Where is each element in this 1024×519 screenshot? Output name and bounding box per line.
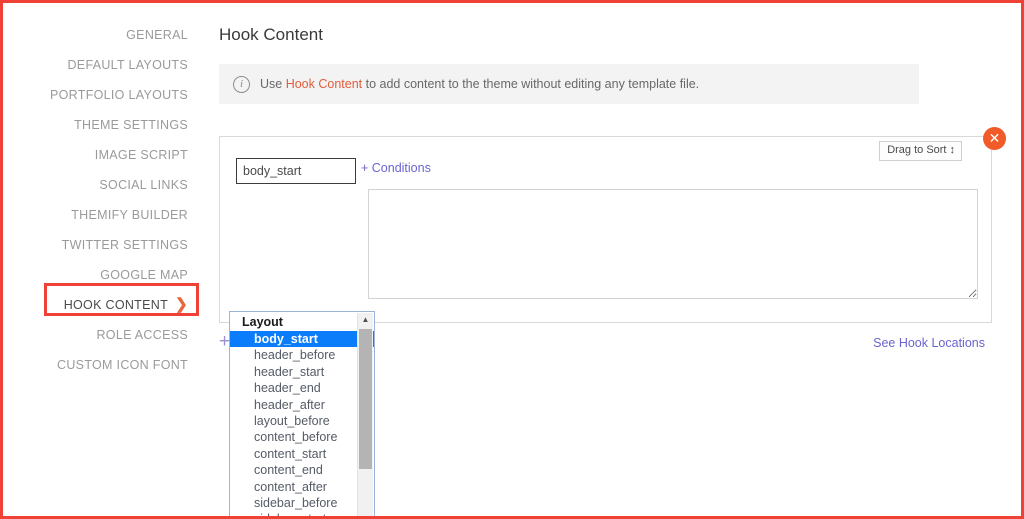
dropdown-scrollbar[interactable]: ▲ ▼ [357, 313, 373, 516]
sidebar-item-social-links[interactable]: SOCIAL LINKS [6, 170, 202, 200]
dropdown-scrollbar-thumb[interactable] [359, 329, 372, 469]
sidebar-item-label: DEFAULT LAYOUTS [67, 58, 188, 72]
dropdown-scroll-area: Layout body_start header_before header_s… [230, 312, 374, 516]
sidebar-item-label: ROLE ACCESS [96, 328, 188, 342]
sidebar-item-label: HOOK CONTENT [63, 298, 168, 312]
drag-to-sort-handle[interactable]: Drag to Sort ↕ [879, 141, 962, 161]
sidebar-item-hook-content[interactable]: HOOK CONTENT ❯ [6, 290, 202, 320]
see-hook-locations-link[interactable]: See Hook Locations [873, 336, 985, 350]
add-conditions-link[interactable]: + Conditions [361, 161, 431, 175]
dropdown-option[interactable]: content_end [230, 462, 374, 478]
chevron-right-icon: ❯ [175, 296, 188, 313]
notice-text-before: Use [260, 77, 286, 91]
drag-to-sort-label: Drag to Sort [887, 144, 947, 156]
hook-content-textarea[interactable] [368, 189, 978, 299]
sidebar-item-label: SOCIAL LINKS [99, 178, 188, 192]
sidebar-item-label: IMAGE SCRIPT [94, 148, 188, 162]
sidebar-item-label: THEME SETTINGS [74, 118, 188, 132]
sidebar-item-role-access[interactable]: ROLE ACCESS [6, 320, 202, 350]
sidebar-item-label: GOOGLE MAP [100, 268, 188, 282]
sidebar-item-general[interactable]: GENERAL [6, 20, 202, 50]
dropdown-option[interactable]: header_end [230, 380, 374, 396]
settings-sidebar: GENERAL DEFAULT LAYOUTS PORTFOLIO LAYOUT… [6, 6, 202, 516]
sidebar-item-default-layouts[interactable]: DEFAULT LAYOUTS [6, 50, 202, 80]
page-title: Hook Content [219, 25, 323, 44]
info-notice: i Use Hook Content to add content to the… [219, 64, 919, 104]
dropdown-option[interactable]: header_start [230, 364, 374, 380]
sidebar-item-label: TWITTER SETTINGS [61, 238, 188, 252]
dropdown-option[interactable]: layout_before [230, 413, 374, 429]
sidebar-item-label: PORTFOLIO LAYOUTS [50, 88, 188, 102]
sidebar-item-themify-builder[interactable]: THEMIFY BUILDER [6, 200, 202, 230]
sidebar-item-label: GENERAL [126, 28, 188, 42]
main-content: Hook Content i Use Hook Content to add c… [202, 6, 1018, 516]
notice-highlight: Hook Content [285, 77, 363, 91]
hook-name-input[interactable] [236, 158, 356, 184]
info-circle-icon: i [233, 75, 250, 93]
dropdown-group-label: Layout [230, 312, 374, 331]
dropdown-option[interactable]: sidebar_before [230, 495, 374, 511]
caret-up-icon[interactable]: ▲ [358, 313, 373, 327]
dropdown-option[interactable]: sidebar_start [230, 511, 374, 516]
sidebar-item-google-map[interactable]: GOOGLE MAP [6, 260, 202, 290]
notice-text-after: to add content to the theme without edit… [362, 77, 700, 91]
dropdown-option[interactable]: content_before [230, 429, 374, 445]
app-window: GENERAL DEFAULT LAYOUTS PORTFOLIO LAYOUT… [0, 0, 1024, 519]
dropdown-option[interactable]: content_start [230, 446, 374, 462]
sidebar-item-custom-icon-font[interactable]: CUSTOM ICON FONT [6, 350, 202, 380]
updown-arrow-icon: ↕ [949, 144, 956, 156]
sidebar-item-image-script[interactable]: IMAGE SCRIPT [6, 140, 202, 170]
dropdown-option[interactable]: header_after [230, 397, 374, 413]
sidebar-item-label: CUSTOM ICON FONT [57, 358, 188, 372]
hook-location-dropdown[interactable]: Layout body_start header_before header_s… [229, 311, 375, 516]
sidebar-item-label: THEMIFY BUILDER [71, 208, 188, 222]
close-circle-icon[interactable]: ✕ [984, 128, 1005, 149]
dropdown-option[interactable]: content_after [230, 479, 374, 495]
info-notice-text: Use Hook Content to add content to the t… [260, 77, 699, 91]
sidebar-item-theme-settings[interactable]: THEME SETTINGS [6, 110, 202, 140]
sidebar-item-twitter-settings[interactable]: TWITTER SETTINGS [6, 230, 202, 260]
dropdown-option[interactable]: body_start [230, 331, 374, 348]
hook-panel: Drag to Sort↕ ✕ + Conditions Layout body… [219, 128, 1005, 516]
sidebar-item-portfolio-layouts[interactable]: PORTFOLIO LAYOUTS [6, 80, 202, 110]
dropdown-option[interactable]: header_before [230, 347, 374, 363]
